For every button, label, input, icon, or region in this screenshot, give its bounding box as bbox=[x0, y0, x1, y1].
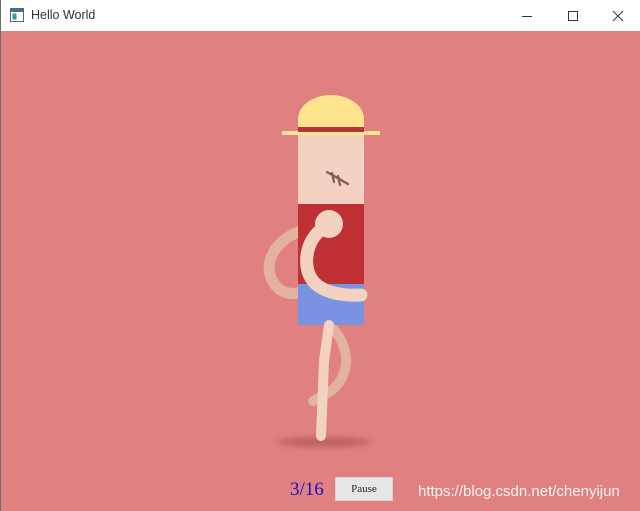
hat-band bbox=[298, 127, 364, 132]
maximize-icon[interactable] bbox=[550, 0, 596, 31]
app-window-icon bbox=[10, 8, 24, 22]
character-scene bbox=[263, 95, 380, 447]
front-leg bbox=[316, 320, 334, 441]
title-bar[interactable]: Hello World bbox=[1, 0, 640, 31]
frame-counter: 3/16 bbox=[290, 479, 324, 500]
pause-button[interactable]: Pause bbox=[335, 477, 393, 501]
shoulder bbox=[315, 210, 343, 238]
straw-hat bbox=[298, 95, 364, 127]
close-icon[interactable] bbox=[595, 0, 640, 31]
minimize-icon[interactable] bbox=[504, 0, 550, 31]
window-title: Hello World bbox=[31, 8, 96, 22]
character-head bbox=[298, 132, 364, 204]
animation-canvas: 3/16 Pause https://blog.csdn.net/chenyij… bbox=[1, 31, 640, 511]
watermark-text: https://blog.csdn.net/chenyijun bbox=[418, 483, 620, 500]
app-window: Hello World 3/16 Pause https://blog.csdn… bbox=[0, 0, 640, 511]
